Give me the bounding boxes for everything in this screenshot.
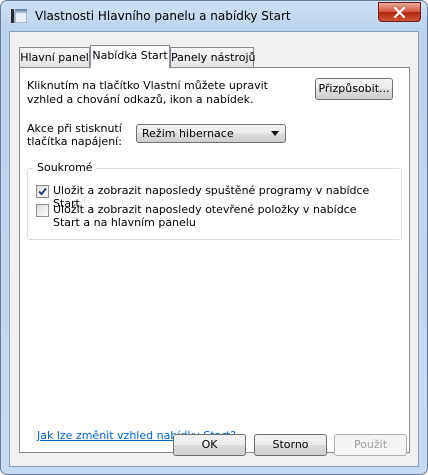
- privacy-group-title: Soukromé: [34, 161, 96, 174]
- window-title: Vlastnosti Hlavního panelu a nabídky Sta…: [35, 9, 291, 23]
- ok-button[interactable]: OK: [173, 434, 246, 456]
- power-button-action-value: Režim hibernace: [142, 127, 234, 140]
- apply-button[interactable]: Použít: [334, 434, 407, 456]
- customize-button[interactable]: Přizpůsobit...: [315, 78, 393, 100]
- tab-label: Panely nástrojů: [171, 51, 256, 64]
- start-menu-description: Kliknutím na tlačítko Vlastní můžete upr…: [27, 79, 268, 106]
- tab-hlavni-panel[interactable]: Hlavní panel: [19, 47, 90, 67]
- privacy-group: Soukromé Uložit a zobrazit naposledy spu…: [27, 161, 402, 240]
- chevron-down-icon: [271, 131, 279, 136]
- tab-label: Hlavní panel: [20, 51, 89, 64]
- close-icon: [393, 7, 406, 18]
- recent-items-checkbox[interactable]: [36, 204, 49, 217]
- title-bar[interactable]: Vlastnosti Hlavního panelu a nabídky Sta…: [1, 1, 427, 31]
- tab-panely-nastroju[interactable]: Panely nástrojů: [170, 47, 256, 67]
- tab-panel-start-menu: Kliknutím na tlačítko Vlastní můžete upr…: [19, 67, 410, 453]
- checkmark-icon: [38, 187, 47, 196]
- tab-label: Nabídka Start: [92, 49, 168, 62]
- close-button[interactable]: [378, 2, 421, 22]
- power-button-action-select[interactable]: Režim hibernace: [136, 124, 286, 143]
- cancel-button[interactable]: Storno: [254, 434, 327, 456]
- recent-items-label: Uložit a zobrazit naposledy otevřené pol…: [53, 203, 357, 229]
- power-button-label: Akce při stisknutí tlačítka napájení:: [27, 122, 122, 148]
- taskbar-properties-icon: [11, 9, 28, 24]
- recent-programs-checkbox[interactable]: [36, 185, 49, 198]
- tab-nabidka-start[interactable]: Nabídka Start: [90, 45, 170, 68]
- dialog-window: Vlastnosti Hlavního panelu a nabídky Sta…: [0, 0, 428, 475]
- dialog-client-area: Hlavní panel Nabídka Start Panely nástro…: [9, 31, 419, 467]
